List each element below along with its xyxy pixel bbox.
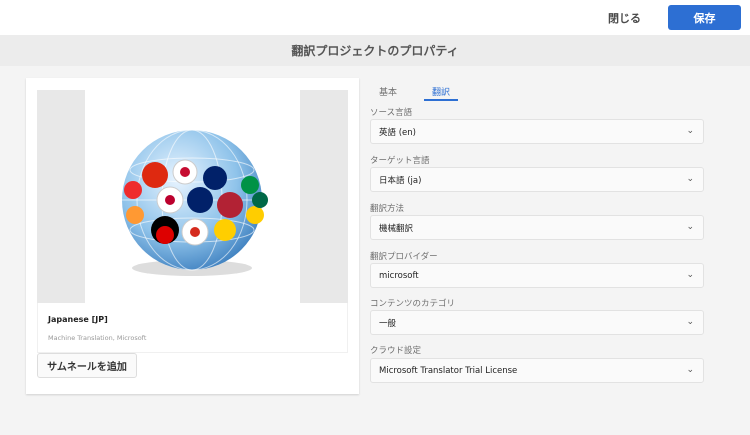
thumbnail: [37, 90, 348, 303]
cloud-config-label: クラウド設定: [370, 346, 422, 356]
project-language: Japanese [JP]: [48, 315, 108, 324]
tab-basic[interactable]: 基本: [379, 85, 397, 98]
target-language-value: 日本語 (ja): [379, 175, 422, 186]
add-thumbnail-button[interactable]: サムネールを追加: [37, 353, 137, 378]
source-language-select[interactable]: 英語 (en) ⌄: [370, 119, 704, 144]
translation-provider-select[interactable]: microsoft ⌄: [370, 263, 704, 288]
chevron-down-icon: ⌄: [686, 270, 694, 280]
target-language-label: ターゲット言語: [370, 156, 430, 166]
chevron-down-icon: ⌄: [686, 126, 694, 136]
card-info: Japanese [JP] Machine Translation, Micro…: [37, 303, 348, 353]
cloud-config-select[interactable]: Microsoft Translator Trial License ⌄: [370, 358, 704, 383]
save-button[interactable]: 保存: [668, 5, 741, 30]
close-button[interactable]: 閉じる: [608, 10, 641, 26]
source-language-value: 英語 (en): [379, 127, 416, 138]
active-tab-indicator: [424, 99, 458, 101]
chevron-down-icon: ⌄: [686, 174, 694, 184]
project-card: Japanese [JP] Machine Translation, Micro…: [26, 78, 359, 394]
project-description: Machine Translation, Microsoft: [48, 334, 147, 342]
source-language-label: ソース言語: [370, 108, 413, 118]
translation-method-select[interactable]: 機械翻訳 ⌄: [370, 215, 704, 240]
translation-method-value: 機械翻訳: [379, 223, 414, 234]
tab-translation[interactable]: 翻訳: [432, 85, 450, 98]
page-title: 翻訳プロジェクトのプロパティ: [0, 35, 750, 66]
translation-provider-label: 翻訳プロバイダー: [370, 252, 438, 262]
cloud-config-value: Microsoft Translator Trial License: [379, 365, 518, 376]
translation-provider-value: microsoft: [379, 270, 419, 281]
content-category-select[interactable]: 一般 ⌄: [370, 310, 704, 335]
top-bar: 閉じる 保存: [0, 0, 750, 35]
chevron-down-icon: ⌄: [686, 222, 694, 232]
chevron-down-icon: ⌄: [686, 317, 694, 327]
globe-flags-image: [122, 129, 268, 276]
target-language-select[interactable]: 日本語 (ja) ⌄: [370, 167, 704, 192]
translation-method-label: 翻訳方法: [370, 204, 405, 214]
chevron-down-icon: ⌄: [686, 365, 694, 375]
content-category-label: コンテンツのカテゴリ: [370, 299, 456, 309]
content-category-value: 一般: [379, 318, 397, 329]
